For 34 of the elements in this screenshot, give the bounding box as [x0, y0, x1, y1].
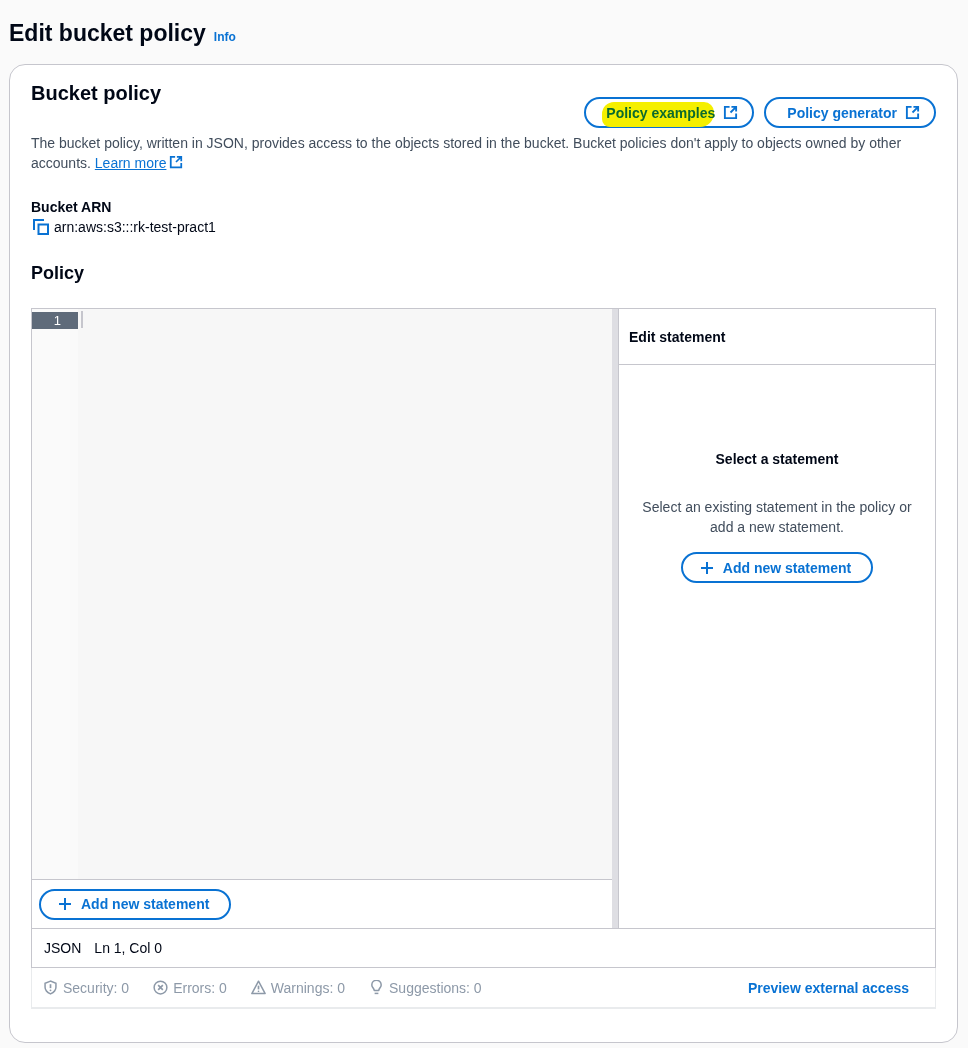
external-link-icon [723, 105, 739, 120]
empty-state-text: Select an existing statement in the policy or add a new statement. [641, 498, 913, 537]
language-label: JSON [44, 940, 82, 956]
cursor-position: Ln 1, Col 0 [94, 940, 163, 956]
lightbulb-icon [369, 980, 384, 995]
shield-icon [43, 980, 58, 995]
line-number: 1 [32, 312, 78, 329]
add-statement-button[interactable]: Add new statement [680, 552, 874, 583]
policy-generator-button[interactable]: Policy generator [764, 97, 936, 128]
description-text: The bucket policy, written in JSON, provides access to the objects stored in the bucket. Bucket policies don't apply to objects owned by other accounts. Learn more [31, 134, 903, 173]
external-link-icon [169, 155, 184, 169]
warnings-count: Warnings: 0 [270, 979, 345, 996]
warning-icon [250, 980, 266, 995]
empty-state-title: Select a statement [715, 450, 839, 469]
plus-icon [700, 561, 713, 574]
learn-more-link[interactable]: Learn more [94, 155, 184, 171]
security-count: Security: 0 [63, 979, 130, 996]
plus-icon [59, 898, 71, 910]
text-cursor [81, 311, 83, 328]
error-icon [153, 980, 169, 995]
preview-external-access-link[interactable]: Preview external access [747, 979, 909, 996]
arn-value: arn:aws:s3:::rk-test-pract1 [54, 219, 216, 235]
add-statement-button[interactable]: Add new statement [39, 888, 232, 920]
card-title: Bucket policy [31, 81, 162, 105]
panel-title: Edit statement [619, 309, 935, 365]
info-link[interactable]: Info [213, 30, 236, 44]
errors-count: Errors: 0 [173, 979, 227, 996]
page-title: Edit bucket policy [9, 19, 206, 48]
policy-heading: Policy [31, 262, 86, 285]
suggestions-count: Suggestions: 0 [389, 979, 482, 996]
panel-splitter[interactable] [612, 309, 618, 928]
arn-label: Bucket ARN [31, 198, 113, 217]
copy-icon[interactable] [33, 219, 49, 235]
external-link-icon [905, 105, 920, 120]
